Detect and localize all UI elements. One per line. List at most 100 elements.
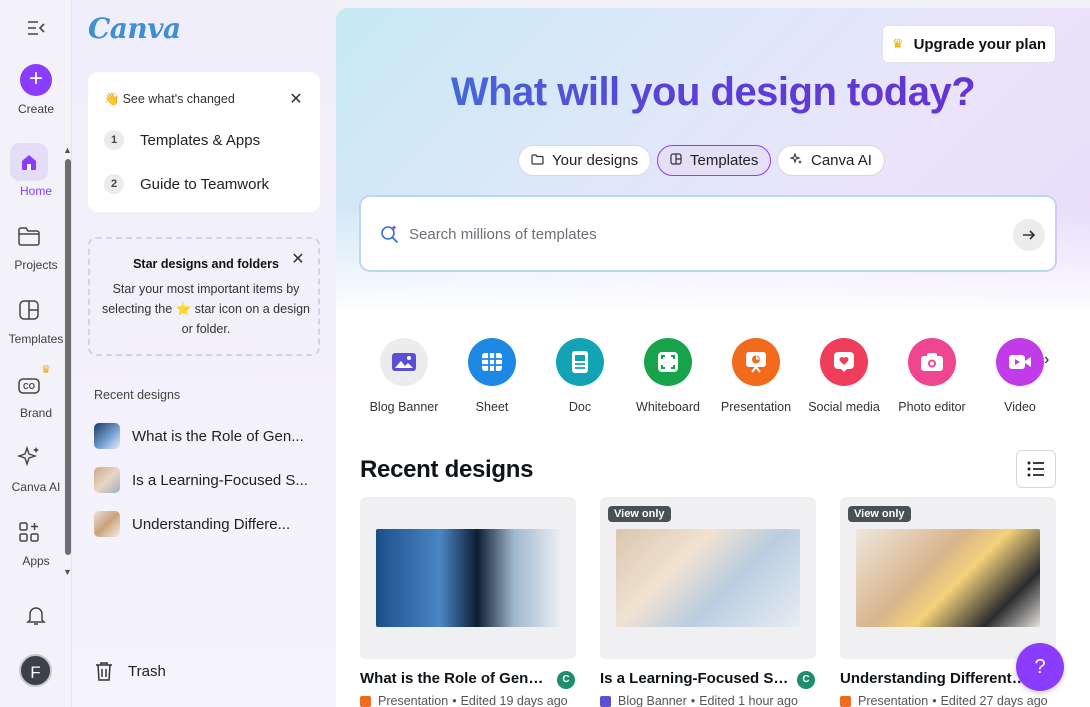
folder-icon	[18, 227, 40, 246]
tab-your-designs[interactable]: Your designs	[518, 145, 652, 176]
tab-label: Canva AI	[811, 152, 872, 169]
design-type: Presentation	[378, 694, 449, 707]
arrow-right-icon	[1023, 230, 1036, 240]
category-label: Blog Banner	[369, 400, 439, 414]
rail-apps[interactable]	[10, 513, 48, 551]
category-label: Video	[1004, 400, 1036, 414]
design-thumbnail-frame[interactable]: View only	[840, 497, 1056, 659]
chevron-right-icon[interactable]: ›	[1044, 351, 1049, 369]
heart-icon	[820, 338, 868, 386]
rail-templates[interactable]	[10, 291, 48, 329]
design-thumbnail-frame[interactable]: View only	[600, 497, 816, 659]
recent-item[interactable]: Understanding Differe...	[94, 511, 290, 537]
rail-home[interactable]	[10, 143, 48, 181]
category-video[interactable]: Video	[976, 338, 1064, 414]
meta-separator: •	[690, 694, 696, 707]
design-card[interactable]: View only Understanding Different T... P…	[840, 497, 1056, 707]
design-thumbnail	[856, 529, 1040, 627]
scroll-down-icon[interactable]: ▼	[63, 567, 72, 577]
trash-button[interactable]: Trash	[94, 660, 166, 682]
sheet-icon	[468, 338, 516, 386]
upgrade-label: Upgrade your plan	[913, 35, 1047, 53]
avatar[interactable]: F	[19, 654, 52, 687]
design-edited: Edited 19 days ago	[460, 694, 568, 707]
search-icon	[379, 223, 401, 250]
design-thumbnail-frame[interactable]	[360, 497, 576, 659]
category-label: Social media	[808, 400, 880, 414]
owner-badge: C	[557, 671, 575, 689]
tab-templates[interactable]: Templates	[657, 145, 772, 176]
rail-canva-ai[interactable]	[10, 439, 48, 477]
view-only-badge: View only	[608, 506, 671, 522]
create-label: Create	[17, 102, 55, 116]
scrollbar-thumb[interactable]	[65, 159, 71, 555]
templates-icon	[19, 300, 39, 320]
whats-changed-title: 👋 See what's changed	[104, 92, 235, 106]
crown-icon: ♛	[41, 364, 51, 376]
category-blog-banner[interactable]: Blog Banner	[360, 338, 448, 414]
image-icon	[380, 338, 428, 386]
notifications-button[interactable]	[25, 604, 47, 631]
category-photo-editor[interactable]: Photo editor	[888, 338, 976, 414]
step-number: 1	[104, 130, 124, 150]
templates-icon	[670, 153, 682, 168]
rail-projects[interactable]	[10, 217, 48, 255]
whiteboard-icon	[644, 338, 692, 386]
design-card[interactable]: What is the Role of Gener... C Presentat…	[360, 497, 576, 707]
recent-item[interactable]: What is the Role of Gen...	[94, 423, 304, 449]
star-tip-card: Star designs and folders ✕ Star your mos…	[88, 237, 320, 356]
canva-logo[interactable]: Canva	[88, 12, 181, 45]
search-input[interactable]	[409, 221, 969, 247]
recent-item[interactable]: Is a Learning-Focused S...	[94, 467, 308, 493]
side-panel: Canva 👋 See what's changed ✕ 1 Templates …	[72, 0, 336, 707]
close-icon[interactable]: ✕	[289, 92, 303, 108]
category-label: Doc	[568, 400, 592, 414]
presentation-icon	[840, 695, 851, 707]
category-doc[interactable]: Doc	[536, 338, 624, 414]
category-label: Whiteboard	[636, 400, 700, 414]
design-card[interactable]: View only Is a Learning-Focused Su... C …	[600, 497, 816, 707]
video-icon	[996, 338, 1044, 386]
tab-canva-ai[interactable]: Canva AI	[777, 145, 885, 176]
category-presentation[interactable]: Presentation	[712, 338, 800, 414]
rail-projects-label: Projects	[14, 258, 58, 272]
design-meta: Presentation • Edited 19 days ago	[360, 694, 568, 707]
tab-label: Your designs	[552, 152, 639, 169]
page-title: What will you design today?	[336, 70, 1090, 115]
search-submit-button[interactable]	[1013, 219, 1045, 251]
rail-apps-label: Apps	[22, 554, 50, 568]
blog-banner-icon	[600, 695, 611, 707]
collapse-menu-icon[interactable]	[26, 18, 46, 38]
step-templates-apps[interactable]: 1 Templates & Apps	[104, 130, 260, 150]
wave-icon: 👋	[104, 92, 120, 106]
create-button[interactable]: +	[20, 64, 52, 96]
category-social-media[interactable]: Social media	[800, 338, 888, 414]
sparkle-icon	[16, 445, 39, 467]
step-number: 2	[104, 174, 124, 194]
design-meta: Presentation • Edited 27 days ago	[840, 694, 1048, 707]
doc-icon	[556, 338, 604, 386]
meta-separator: •	[932, 694, 937, 707]
left-rail: + Create Home Projects Templates CO ♛ Br…	[0, 0, 72, 707]
category-whiteboard[interactable]: Whiteboard	[624, 338, 712, 414]
whats-changed-card: 👋 See what's changed ✕ 1 Templates & Apps…	[88, 72, 320, 212]
step-guide-teamwork[interactable]: 2 Guide to Teamwork	[104, 174, 269, 194]
svg-text:CO: CO	[23, 382, 35, 391]
design-edited: Edited 1 hour ago	[699, 694, 798, 707]
design-type: Blog Banner	[618, 694, 687, 707]
category-sheet[interactable]: Sheet	[448, 338, 536, 414]
meta-separator: •	[452, 694, 457, 707]
apps-icon	[19, 522, 39, 542]
recent-item-label: What is the Role of Gen...	[132, 427, 304, 445]
bell-icon	[26, 607, 46, 625]
list-view-button[interactable]	[1016, 450, 1056, 488]
upgrade-button[interactable]: ♛ Upgrade your plan	[882, 25, 1056, 63]
help-button[interactable]: ?	[1016, 643, 1064, 691]
presentation-icon	[360, 695, 371, 707]
scroll-up-icon[interactable]: ▲	[63, 145, 72, 155]
owner-badge: C	[797, 671, 815, 689]
design-name: Understanding Different T...	[840, 670, 1030, 687]
close-icon[interactable]: ✕	[291, 252, 305, 268]
category-label: Photo editor	[898, 400, 966, 414]
folder-icon	[531, 153, 544, 168]
